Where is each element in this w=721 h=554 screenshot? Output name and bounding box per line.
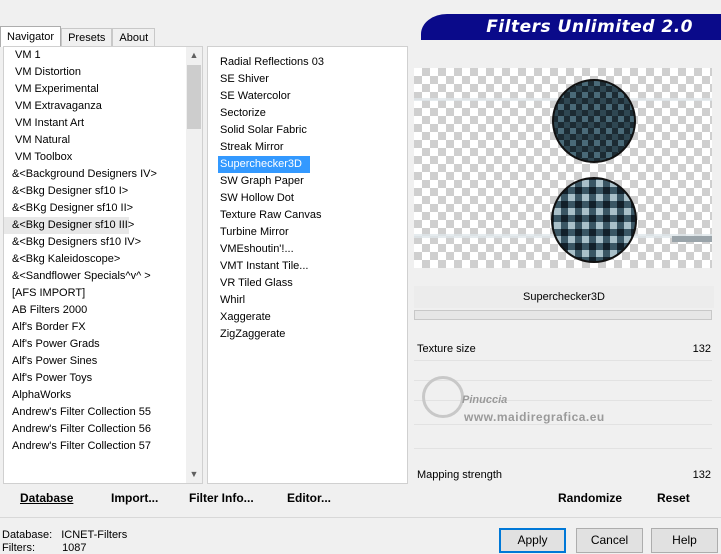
category-item[interactable]: AB Filters 2000 [4, 302, 188, 319]
filter-item[interactable]: ZigZaggerate [208, 326, 324, 343]
status-database-label: Database: [2, 529, 53, 541]
category-item[interactable]: VM Experimental [4, 81, 188, 98]
category-item[interactable]: VM 1 [4, 47, 188, 64]
category-item[interactable]: Alf's Power Toys [4, 370, 188, 387]
watermark-logo-icon [422, 376, 464, 418]
filter-item[interactable]: VMT Instant Tile... [208, 258, 324, 275]
filter-item[interactable]: SW Graph Paper [208, 173, 324, 190]
status-database: Database: ICNET-Filters [2, 529, 127, 541]
tab-strip: Navigator Presets About [0, 26, 156, 47]
param-label: Texture size [417, 343, 476, 355]
category-list: VM 1 VM Distortion VM Experimental VM Ex… [4, 47, 188, 455]
import-button[interactable]: Import... [111, 491, 158, 505]
category-item[interactable]: VM Distortion [4, 64, 188, 81]
param-texture-size[interactable]: Texture size 132 [417, 343, 711, 359]
status-filters: Filters: 1087 [2, 542, 87, 554]
status-filters-label: Filters: [2, 542, 35, 554]
category-item[interactable]: &<BKg Designer sf10 II> [4, 200, 188, 217]
param-divider [414, 448, 712, 449]
filter-item[interactable]: SE Watercolor [208, 88, 324, 105]
category-item[interactable]: &<Bkg Designer sf10 I> [4, 183, 188, 200]
banner-title: Filters Unlimited 2.0 [486, 17, 693, 37]
category-item[interactable]: VM Toolbox [4, 149, 188, 166]
filter-list: Radial Reflections 03 SE Shiver SE Water… [208, 54, 324, 343]
param-mapping-strength[interactable]: Mapping strength 132 [417, 469, 711, 485]
filter-item[interactable]: SE Shiver [208, 71, 324, 88]
cancel-button[interactable]: Cancel [576, 528, 643, 553]
category-item[interactable]: Alf's Power Grads [4, 336, 188, 353]
filter-info-button[interactable]: Filter Info... [189, 491, 254, 505]
status-database-value: ICNET-Filters [61, 529, 128, 541]
filter-item[interactable]: VR Tiled Glass [208, 275, 324, 292]
apply-button[interactable]: Apply [499, 528, 566, 553]
chevron-up-icon[interactable]: ▲ [186, 47, 202, 64]
category-item[interactable]: [AFS IMPORT] [4, 285, 188, 302]
footer-separator [0, 517, 721, 518]
selected-filter-title: Superchecker3D [414, 286, 714, 308]
category-item[interactable]: Andrew's Filter Collection 55 [4, 404, 188, 421]
tab-about[interactable]: About [112, 28, 156, 47]
param-divider [414, 360, 712, 361]
param-label: Mapping strength [417, 469, 502, 481]
param-divider [414, 424, 712, 425]
filter-item[interactable]: VMEshoutin'!... [208, 241, 324, 258]
randomize-button[interactable]: Randomize [558, 491, 622, 505]
tab-presets[interactable]: Presets [61, 28, 113, 47]
category-item[interactable]: Andrew's Filter Collection 57 [4, 438, 188, 455]
preview-artwork [414, 79, 712, 263]
database-button[interactable]: Database [20, 491, 73, 505]
filter-item[interactable]: Radial Reflections 03 [208, 54, 324, 71]
category-item[interactable]: AlphaWorks [4, 387, 188, 404]
watermark-name: Pinuccia [462, 394, 508, 406]
category-item[interactable]: &<Background Designers IV> [4, 166, 188, 183]
category-item[interactable]: VM Instant Art [4, 115, 188, 132]
chevron-down-icon[interactable]: ▼ [186, 466, 202, 483]
watermark-url: www.maidiregrafica.eu [464, 410, 605, 424]
filter-item[interactable]: Whirl [208, 292, 324, 309]
help-button[interactable]: Help [651, 528, 718, 553]
category-item[interactable]: Alf's Power Sines [4, 353, 188, 370]
category-item[interactable]: VM Extravaganza [4, 98, 188, 115]
status-filters-value: 1087 [62, 542, 87, 554]
param-value[interactable]: 132 [693, 343, 711, 355]
param-divider [414, 380, 712, 381]
category-item[interactable]: &<Bkg Designers sf10 IV> [4, 234, 188, 251]
filter-item-selected[interactable]: Superchecker3D [218, 156, 310, 173]
category-scrollbar[interactable]: ▲ ▼ [186, 47, 202, 483]
category-item[interactable]: &<Bkg Kaleidoscope> [4, 251, 188, 268]
category-item-selected[interactable]: &<Bkg Designer sf10 III> [4, 217, 134, 234]
preview-image [414, 68, 712, 268]
category-item[interactable]: Alf's Border FX [4, 319, 188, 336]
category-list-panel: VM 1 VM Distortion VM Experimental VM Ex… [3, 46, 203, 484]
category-item[interactable]: &<Sandflower Specials^v^ > [4, 268, 188, 285]
param-value[interactable]: 132 [693, 469, 711, 481]
filter-item[interactable]: SW Hollow Dot [208, 190, 324, 207]
editor-button[interactable]: Editor... [287, 491, 331, 505]
category-item[interactable]: VM Natural [4, 132, 188, 149]
filter-item[interactable]: Texture Raw Canvas [208, 207, 324, 224]
filter-item[interactable]: Sectorize [208, 105, 324, 122]
tab-navigator[interactable]: Navigator [0, 26, 62, 47]
filter-info-bar [414, 310, 712, 320]
reset-button[interactable]: Reset [657, 491, 690, 505]
filter-item[interactable]: Solid Solar Fabric [208, 122, 324, 139]
scroll-thumb[interactable] [187, 65, 201, 129]
filter-item[interactable]: Streak Mirror [208, 139, 324, 156]
filter-list-panel: Radial Reflections 03 SE Shiver SE Water… [207, 46, 408, 484]
filter-item[interactable]: Xaggerate [208, 309, 324, 326]
category-item[interactable]: Andrew's Filter Collection 56 [4, 421, 188, 438]
filter-item[interactable]: Turbine Mirror [208, 224, 324, 241]
